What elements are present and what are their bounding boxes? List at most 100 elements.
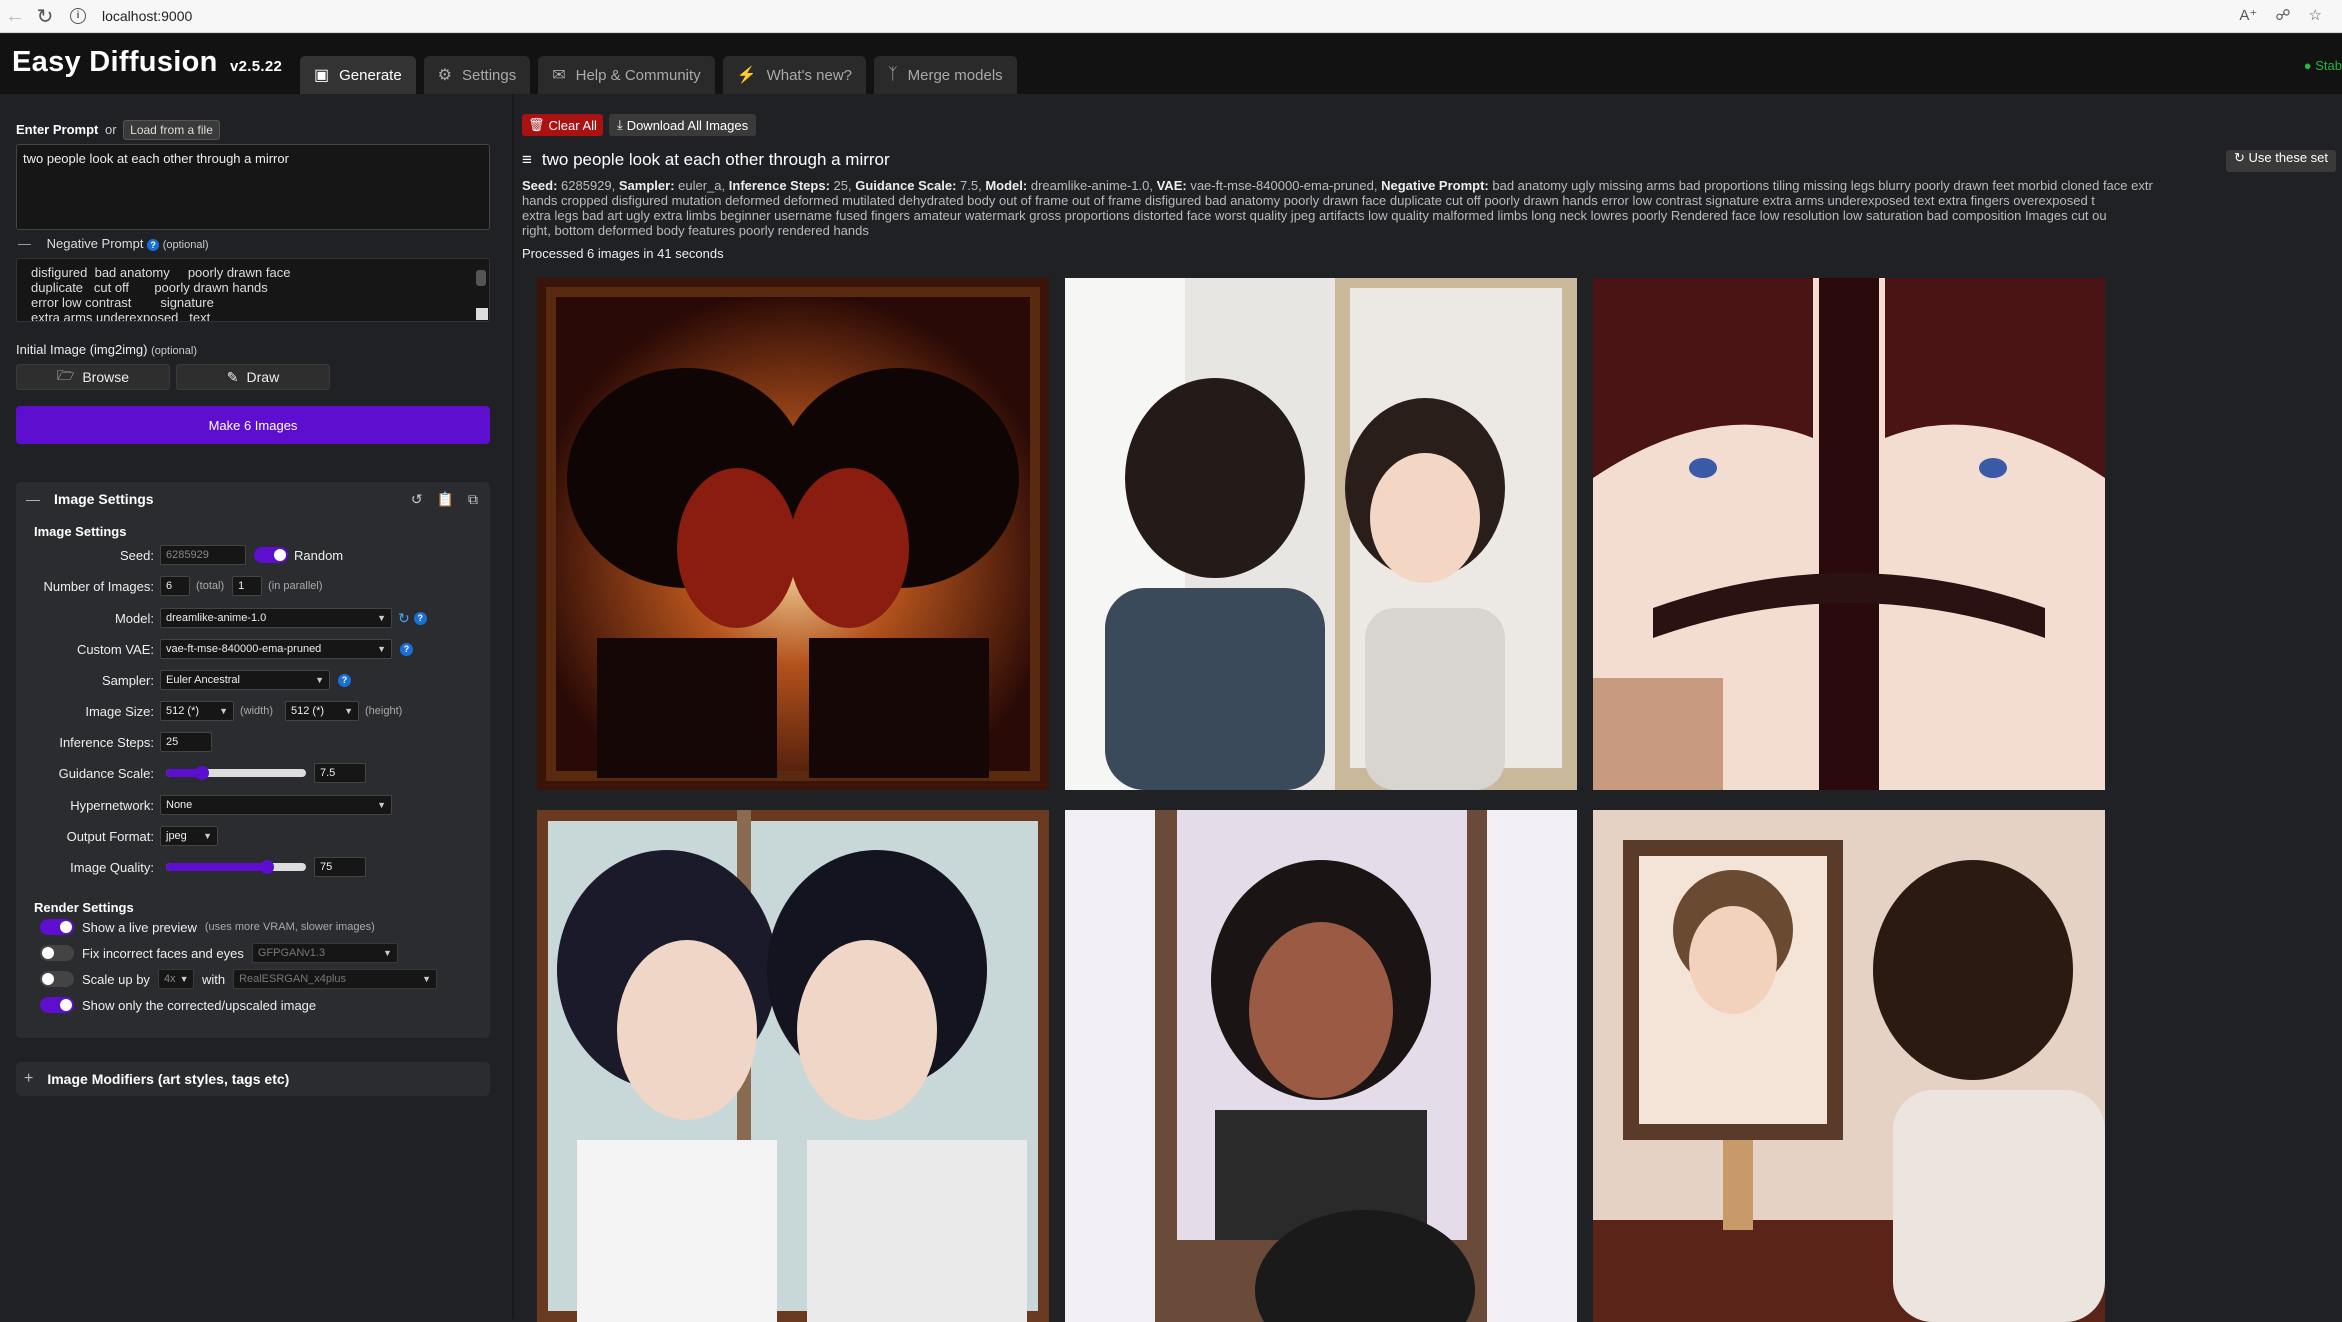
generated-image-2[interactable] <box>1065 278 1577 790</box>
seed-input[interactable]: 6285929 <box>160 545 246 565</box>
tab-generate[interactable]: ▣ Generate <box>300 56 416 94</box>
generated-image-1[interactable] <box>537 278 1049 790</box>
clear-all-button[interactable]: 🗑 Clear All <box>522 114 603 136</box>
quality-input[interactable]: 75 <box>314 857 366 877</box>
output-format-select[interactable]: jpeg ▼ <box>160 826 218 846</box>
meta-value: 6285929, <box>561 178 616 193</box>
upscaler-select[interactable]: RealESRGAN_x4plus ▼ <box>233 969 438 989</box>
scale-factor-value: 4x <box>163 973 176 985</box>
prompt-label-text: Enter Prompt <box>16 122 99 137</box>
favorites-star-icon[interactable]: ☆ <box>2309 6 2322 24</box>
browse-label: Browse <box>82 369 130 385</box>
tab-label: What's new? <box>766 66 852 84</box>
live-preview-toggle[interactable] <box>40 919 74 935</box>
expand-icon[interactable]: + <box>24 1070 33 1088</box>
negative-prompt-input[interactable]: disfigured bad anatomy poorly drawn face… <box>16 258 490 322</box>
extensions-icon[interactable]: ☍ <box>2275 6 2290 24</box>
copy-icon[interactable]: ⧉ <box>468 491 478 508</box>
image-settings-header[interactable]: — Image Settings ↺ 📋 ⧉ <box>16 482 490 516</box>
height-select[interactable]: 512 (*) ▼ <box>285 701 360 721</box>
results-area: 🗑 Clear All ⤓ Download All Images ≡ two … <box>514 94 2342 1322</box>
random-seed-toggle[interactable] <box>254 547 288 563</box>
load-from-file-button[interactable]: Load from a file <box>123 120 220 140</box>
browse-button[interactable]: 🗁 Browse <box>16 364 170 390</box>
prompt-label: Enter Prompt or Load from a file <box>16 120 220 140</box>
draw-button[interactable]: ✎ Draw <box>176 364 330 390</box>
vae-row: Custom VAE: vae-ft-mse-840000-ema-pruned… <box>16 638 490 660</box>
task-details: Seed: 6285929, Sampler: euler_a, Inferen… <box>522 178 2342 238</box>
image-modifiers-panel[interactable]: + Image Modifiers (art styles, tags etc) <box>16 1062 490 1096</box>
hypernetwork-select[interactable]: None ▼ <box>160 795 392 815</box>
app-header: Easy Diffusion v2.5.22 ▣ Generate ⚙ Sett… <box>0 34 2342 94</box>
model-select[interactable]: dreamlike-anime-1.0 ▼ <box>160 608 392 628</box>
refresh-icon[interactable]: ↻ <box>398 610 410 627</box>
chevron-down-icon: ▼ <box>203 831 212 841</box>
help-icon[interactable]: ? <box>338 673 351 687</box>
fix-faces-label: Fix incorrect faces and eyes <box>82 945 244 961</box>
help-icon[interactable]: ? <box>400 642 413 656</box>
steps-input[interactable]: 25 <box>160 732 212 752</box>
info-icon[interactable]: i <box>70 8 86 24</box>
tab-label: Merge models <box>907 66 1003 84</box>
drag-handle-icon[interactable]: ≡ <box>522 150 532 170</box>
url-text[interactable]: localhost:9000 <box>102 8 192 24</box>
generated-image-4[interactable] <box>537 810 1049 1322</box>
tab-label: Help & Community <box>575 66 701 84</box>
task-header: ≡ two people look at each other through … <box>522 150 890 170</box>
browser-actions: A⁺ ☍ ☆ <box>2239 6 2322 24</box>
resize-handle[interactable] <box>476 308 488 320</box>
help-icon[interactable]: ? <box>147 238 160 251</box>
width-select[interactable]: 512 (*) ▼ <box>160 701 234 721</box>
slider-handle[interactable] <box>195 766 210 780</box>
slider-handle[interactable] <box>259 860 274 874</box>
image-icon: ▣ <box>314 67 330 84</box>
settings-actions: ↺ 📋 ⧉ <box>411 491 478 508</box>
generated-image-6[interactable] <box>1593 810 2105 1322</box>
chevron-down-icon: ▼ <box>377 613 386 623</box>
prompt-input[interactable]: two people look at each other through a … <box>16 144 490 230</box>
tab-help-community[interactable]: ✉ Help & Community <box>538 56 715 94</box>
sampler-select[interactable]: Euler Ancestral ▼ <box>160 670 330 690</box>
generated-image-5[interactable] <box>1065 810 1577 1322</box>
read-aloud-icon[interactable]: A⁺ <box>2239 6 2257 24</box>
tab-whats-new[interactable]: ⚡ What's new? <box>722 56 866 94</box>
paste-icon[interactable]: 📋 <box>437 491 454 508</box>
use-these-settings-button[interactable]: ↻ Use these set <box>2226 150 2337 172</box>
draw-label: Draw <box>246 369 280 385</box>
meta-label: Negative Prompt: <box>1381 178 1489 193</box>
tab-label: Settings <box>462 66 517 84</box>
make-images-button[interactable]: Make 6 Images <box>16 406 490 444</box>
download-all-button[interactable]: ⤓ Download All Images <box>608 114 757 136</box>
face-model-select[interactable]: GFPGANv1.3 ▼ <box>251 943 398 963</box>
guidance-input[interactable]: 7.5 <box>314 763 366 783</box>
tab-merge-models[interactable]: ᛉ Merge models <box>874 56 1017 94</box>
app-logo: Easy Diffusion v2.5.22 <box>12 46 282 79</box>
tab-settings[interactable]: ⚙ Settings <box>423 56 531 94</box>
generated-image-3[interactable] <box>1593 278 2105 790</box>
scale-factor-select[interactable]: 4x ▼ <box>157 969 194 989</box>
scale-up-toggle[interactable] <box>40 971 74 987</box>
scale-up-label: Scale up by <box>82 971 150 987</box>
negative-prompt-scrollbar[interactable] <box>476 270 486 286</box>
collapse-icon[interactable]: — <box>18 236 31 251</box>
meta-value: 25, <box>833 178 852 193</box>
pencil-icon: ✎ <box>226 368 239 385</box>
negative-prompt-label[interactable]: — Negative Prompt ? (optional) <box>18 236 209 251</box>
reload-icon[interactable]: ↻ <box>30 1 60 31</box>
fix-faces-toggle[interactable] <box>40 945 74 961</box>
guidance-slider[interactable] <box>166 766 306 780</box>
optional-hint: (optional) <box>151 345 197 357</box>
quality-slider[interactable] <box>166 860 306 874</box>
show-only-row: Show only the corrected/upscaled image <box>40 994 316 1016</box>
steps-row: Inference Steps: 25 <box>16 731 490 753</box>
address-bar[interactable]: i localhost:9000 <box>70 8 192 24</box>
vae-select[interactable]: vae-ft-mse-840000-ema-pruned ▼ <box>160 639 392 659</box>
show-only-toggle[interactable] <box>40 997 74 1013</box>
num-images-input[interactable]: 6 <box>160 576 190 596</box>
parallel-input[interactable]: 1 <box>232 576 263 596</box>
reset-icon[interactable]: ↺ <box>411 491 423 508</box>
collapse-icon[interactable]: — <box>26 491 40 507</box>
back-icon[interactable]: ← <box>0 1 30 31</box>
help-icon[interactable]: ? <box>413 611 427 625</box>
results-toolbar: 🗑 Clear All ⤓ Download All Images <box>522 114 757 136</box>
